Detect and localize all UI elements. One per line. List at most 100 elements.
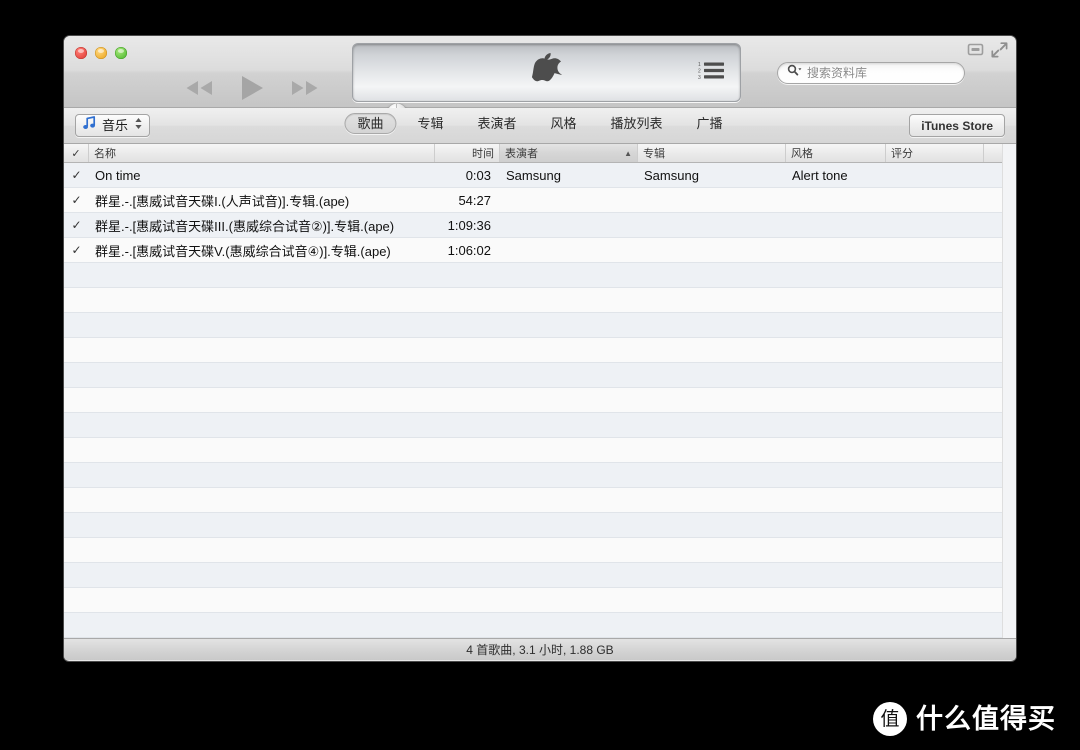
cell-name: 群星.-.[惠威试音天碟I.(人声试音)].专辑.(ape) <box>95 193 350 209</box>
svg-text:3: 3 <box>698 75 701 81</box>
column-header-rating[interactable]: 评分 <box>886 144 984 162</box>
column-header-label: 专辑 <box>643 148 665 160</box>
window-titlebar: 1 2 3 搜索资料库 <box>64 36 1016 123</box>
table-row-empty[interactable] <box>64 538 1016 563</box>
tab-4[interactable]: 播放列表 <box>598 113 676 134</box>
itunes-store-button[interactable]: iTunes Store <box>909 114 1005 137</box>
table-row-empty[interactable] <box>64 288 1016 313</box>
cell-album <box>638 188 786 212</box>
tab-3[interactable]: 风格 <box>538 113 590 134</box>
itunes-window: 1 2 3 搜索资料库 音乐 歌曲 专辑 表演者 风格 播放列表 广播 iTun… <box>64 36 1016 661</box>
numbered-list-icon[interactable]: 1 2 3 <box>698 60 726 85</box>
up-down-chevron-icon[interactable] <box>134 116 143 136</box>
row-checkbox[interactable]: ✓ <box>64 188 89 212</box>
column-header-label: 评分 <box>891 148 913 160</box>
cell-artist: Samsung <box>506 167 561 183</box>
cell-time: 1:09:36 <box>447 217 491 233</box>
music-note-icon <box>83 116 96 135</box>
cell-rating <box>886 163 984 187</box>
table-row-empty[interactable] <box>64 513 1016 538</box>
navigation-bar: 音乐 歌曲 专辑 表演者 风格 播放列表 广播 iTunes Store <box>64 108 1016 144</box>
window-controls <box>967 42 1008 63</box>
cell-rating <box>886 213 984 237</box>
library-summary: 4 首歌曲, 3.1 小时, 1.88 GB <box>466 643 614 657</box>
column-header-label: 名称 <box>94 148 116 160</box>
watermark-text: 什么值得买 <box>916 703 1056 735</box>
cell-rating <box>886 188 984 212</box>
column-header-time[interactable]: 时间 <box>435 144 500 162</box>
table-row-empty[interactable] <box>64 338 1016 363</box>
vertical-scrollbar[interactable] <box>1002 144 1016 638</box>
column-header-album[interactable]: 专辑 <box>638 144 786 162</box>
rewind-button[interactable] <box>182 74 216 102</box>
search-input[interactable]: 搜索资料库 <box>777 62 965 84</box>
watermark: 值 什么值得买 <box>873 702 1056 736</box>
media-kind-picker[interactable]: 音乐 <box>75 114 151 137</box>
svg-text:2: 2 <box>698 68 701 74</box>
table-row-empty[interactable] <box>64 463 1016 488</box>
table-row[interactable]: ✓ 群星.-.[惠威试音天碟III.(惠威综合试音②)].专辑.(ape) 1:09… <box>64 213 1016 238</box>
cell-time: 1:06:02 <box>447 242 491 258</box>
media-kind-label: 音乐 <box>102 118 129 133</box>
tab-1[interactable]: 专辑 <box>404 113 456 134</box>
transport-controls <box>182 74 322 102</box>
checkmark-icon: ✓ <box>71 168 82 182</box>
fullscreen-expand-icon[interactable] <box>991 42 1008 63</box>
traffic-light-group <box>75 47 127 59</box>
table-row-empty[interactable] <box>64 313 1016 338</box>
tab-5[interactable]: 广播 <box>684 113 736 134</box>
column-header-artist[interactable]: 表演者 ▲ <box>500 144 638 162</box>
table-row-empty[interactable] <box>64 563 1016 588</box>
row-checkbox[interactable]: ✓ <box>64 163 89 187</box>
table-row-empty[interactable] <box>64 388 1016 413</box>
table-row[interactable]: ✓ On time 0:03 Samsung Samsung Alert tone <box>64 163 1016 188</box>
cell-time: 0:03 <box>465 167 491 183</box>
column-header-label: ✓ <box>71 147 81 160</box>
cell-genre: Alert tone <box>792 167 848 183</box>
cell-genre <box>786 188 886 212</box>
window-restore-icon[interactable] <box>967 42 984 62</box>
column-header-check[interactable]: ✓ <box>64 144 89 162</box>
fast-forward-button[interactable] <box>288 74 322 102</box>
zoom-button[interactable] <box>115 47 127 59</box>
checkmark-icon: ✓ <box>71 243 82 257</box>
cell-name: 群星.-.[惠威试音天碟III.(惠威综合试音②)].专辑.(ape) <box>95 218 395 234</box>
cell-name: 群星.-.[惠威试音天碟V.(惠威综合试音④)].专辑.(ape) <box>95 243 391 259</box>
apple-logo-icon <box>531 52 562 93</box>
play-icon <box>239 74 265 102</box>
column-header-label: 风格 <box>791 148 813 160</box>
row-checkbox[interactable]: ✓ <box>64 238 89 262</box>
table-row-empty[interactable] <box>64 588 1016 613</box>
cell-time: 54:27 <box>458 192 491 208</box>
table-row[interactable]: ✓ 群星.-.[惠威试音天碟I.(人声试音)].专辑.(ape) 54:27 <box>64 188 1016 213</box>
close-button[interactable] <box>75 47 87 59</box>
column-header-genre[interactable]: 风格 <box>786 144 886 162</box>
table-row-empty[interactable] <box>64 363 1016 388</box>
tab-0[interactable]: 歌曲 <box>344 113 397 134</box>
checkmark-icon: ✓ <box>71 218 82 232</box>
row-checkbox[interactable]: ✓ <box>64 213 89 237</box>
table-row-empty[interactable] <box>64 263 1016 288</box>
view-tabs: 歌曲 专辑 表演者 风格 播放列表 广播 <box>344 113 735 134</box>
table-row-empty[interactable] <box>64 438 1016 463</box>
play-button[interactable] <box>232 74 272 102</box>
cell-genre <box>786 238 886 262</box>
cell-name: On time <box>95 167 141 183</box>
fast-forward-icon <box>290 79 320 97</box>
song-table: ✓ 名称 时间 表演者 ▲ 专辑 风格 评分 ✓ On time 0:03 Samsung Samsu… <box>64 144 1016 638</box>
tab-2[interactable]: 表演者 <box>464 113 529 134</box>
table-row-empty[interactable] <box>64 413 1016 438</box>
column-header-label: 表演者 <box>505 148 538 160</box>
table-row-empty[interactable] <box>64 488 1016 513</box>
cell-artist <box>500 188 638 212</box>
cell-album <box>638 238 786 262</box>
lcd-display[interactable]: 1 2 3 <box>352 43 741 102</box>
table-column-headers: ✓ 名称 时间 表演者 ▲ 专辑 风格 评分 <box>64 144 1016 163</box>
search-magnifier-icon[interactable] <box>787 64 802 82</box>
table-row[interactable]: ✓ 群星.-.[惠威试音天碟V.(惠威综合试音④)].专辑.(ape) 1:06:0… <box>64 238 1016 263</box>
rewind-icon <box>184 79 214 97</box>
column-header-name[interactable]: 名称 <box>89 144 435 162</box>
cell-artist <box>500 213 638 237</box>
minimize-button[interactable] <box>95 47 107 59</box>
table-row-empty[interactable] <box>64 613 1016 638</box>
